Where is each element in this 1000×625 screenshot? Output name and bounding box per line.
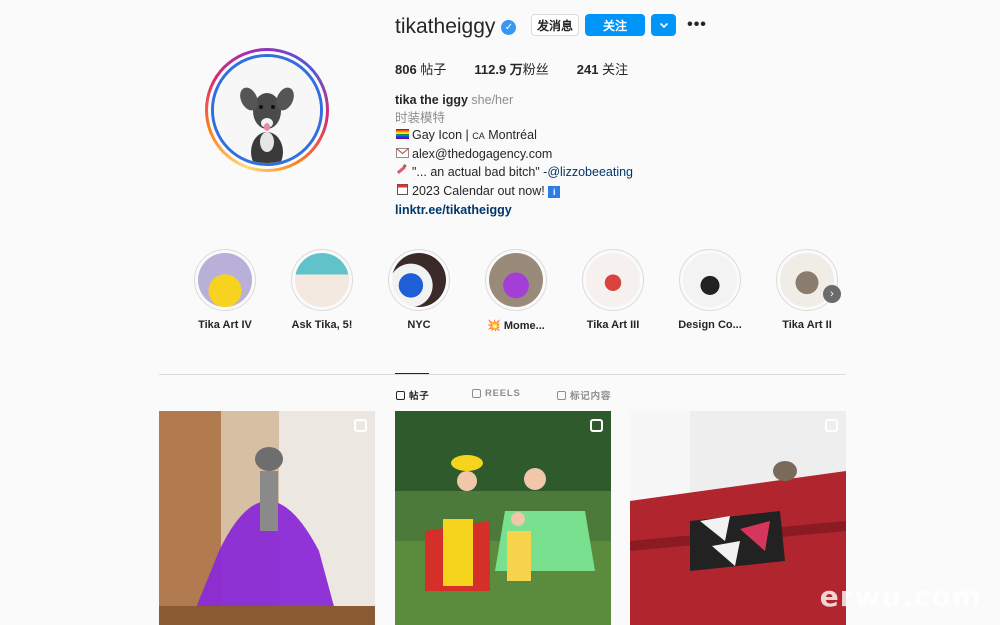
- following-count: 241: [576, 62, 599, 77]
- follow-button[interactable]: 关注: [585, 14, 645, 36]
- highlight-label: Tika Art III: [586, 319, 640, 331]
- active-tab-indicator: [395, 373, 429, 374]
- tab-label: 帖子: [409, 391, 430, 402]
- message-button[interactable]: 发消息: [531, 14, 579, 36]
- highlight-item[interactable]: Ask Tika, 5!: [287, 249, 357, 331]
- tab-tagged[interactable]: 标记内容: [557, 388, 611, 402]
- multiple-photos-icon: [590, 419, 603, 432]
- profile-page: tikatheiggy ✓ 发消息 关注 ••• 806 帖子 112.9 万粉…: [0, 0, 1000, 625]
- highlight-item[interactable]: 💥 Mome...: [481, 249, 551, 332]
- bio-line-2: alex@thedogagency.com: [395, 146, 725, 165]
- profile-username: tikatheiggy ✓: [395, 13, 517, 41]
- dog-avatar-image: [214, 57, 320, 163]
- more-horizontal-icon: •••: [687, 16, 707, 33]
- tagged-icon: [557, 390, 566, 400]
- tab-label: 标记内容: [570, 391, 612, 402]
- calendar-icon: [395, 183, 409, 202]
- reel-icon: [825, 419, 838, 432]
- bio-name-line: tika the iggy she/her: [395, 92, 725, 110]
- tabs-divider: [159, 374, 846, 375]
- watermark-text: erwu.com: [819, 580, 982, 613]
- display-name: tika the iggy: [395, 93, 468, 107]
- highlight-label: Tika Art IV: [198, 319, 252, 331]
- reel-icon: [354, 419, 367, 432]
- posts-label: 帖子: [420, 62, 447, 77]
- reels-icon: [472, 389, 481, 398]
- nail-polish-icon: [395, 164, 409, 183]
- chevron-down-icon: [659, 22, 668, 29]
- profile-avatar-story-ring[interactable]: [205, 48, 329, 172]
- bio-line-4: 2023 Calendar out now! i: [395, 183, 725, 202]
- tab-label: REELS: [485, 388, 521, 399]
- posts-count: 806: [395, 62, 417, 77]
- posts-stat: 806 帖子: [395, 59, 446, 78]
- followers-count: 112.9 万: [474, 62, 523, 77]
- highlight-label: 💥 Mome...: [487, 320, 545, 332]
- bio-line-1-city: Montréal: [488, 128, 537, 143]
- highlight-item[interactable]: NYC: [384, 249, 454, 331]
- bio-calendar-text: 2023 Calendar out now!: [412, 183, 545, 198]
- following-label: 关注: [602, 62, 629, 77]
- tab-reels[interactable]: REELS: [472, 388, 521, 399]
- profile-category: 时装模特: [395, 110, 446, 125]
- mention-link[interactable]: @lizzobeeating: [547, 165, 633, 179]
- bio-line-1: Gay Icon | CA Montréal: [395, 127, 725, 146]
- highlight-cover: [198, 253, 252, 307]
- profile-stats: 806 帖子 112.9 万粉丝 241 关注: [395, 59, 628, 78]
- highlight-item[interactable]: Tika Art III: [578, 249, 648, 331]
- rainbow-flag-icon: [395, 128, 409, 146]
- highlight-cover: [586, 253, 640, 307]
- bio-line-3: "... an actual bad bitch" -@lizzobeeatin…: [395, 164, 725, 183]
- bio-line-1-text: Gay Icon |: [412, 128, 473, 143]
- bio-quote: "... an actual bad bitch" -: [412, 165, 548, 180]
- chevron-right-icon: ›: [830, 288, 834, 300]
- post-thumbnail[interactable]: [395, 411, 611, 625]
- highlight-item[interactable]: Tika Art IV: [190, 249, 260, 331]
- bio-link[interactable]: linktr.ee/tikatheiggy: [395, 202, 725, 220]
- post-image: [159, 411, 375, 625]
- highlight-cover: [295, 253, 349, 307]
- following-stat[interactable]: 241 关注: [577, 59, 628, 78]
- avatar: [211, 54, 323, 166]
- highlight-cover: [683, 253, 737, 307]
- post-image: [395, 411, 611, 625]
- highlight-cover: [392, 253, 446, 307]
- highlight-label: NYC: [407, 319, 431, 331]
- envelope-icon: [395, 147, 409, 165]
- followers-stat[interactable]: 112.9 万粉丝: [474, 59, 548, 78]
- username-text: tikatheiggy: [395, 15, 496, 38]
- tab-posts[interactable]: 帖子: [396, 388, 430, 402]
- verified-badge-icon: ✓: [501, 19, 517, 35]
- followers-label: 粉丝: [522, 62, 549, 77]
- highlight-item[interactable]: Design Co...: [675, 249, 745, 331]
- highlight-cover: [489, 253, 543, 307]
- story-highlights: Tika Art IV Ask Tika, 5! NYC 💥 Mome... T…: [190, 249, 850, 339]
- post-thumbnail[interactable]: [159, 411, 375, 625]
- highlight-label: Design Co...: [678, 319, 742, 331]
- profile-bio: tika the iggy she/her 时装模特 Gay Icon | CA…: [395, 92, 725, 219]
- post-thumbnail[interactable]: [630, 411, 846, 625]
- post-image: [630, 411, 846, 625]
- suggested-dropdown-button[interactable]: [651, 14, 676, 36]
- pronouns: she/her: [471, 93, 514, 107]
- highlights-next-button[interactable]: ›: [823, 285, 841, 303]
- grid-icon: [396, 390, 405, 400]
- bio-email: alex@thedogagency.com: [412, 146, 553, 161]
- more-options-button[interactable]: •••: [686, 14, 708, 36]
- highlight-label: Ask Tika, 5!: [291, 319, 353, 331]
- highlight-label: Tika Art II: [782, 319, 832, 331]
- canada-flag-code: CA: [472, 131, 485, 142]
- info-icon: i: [548, 185, 561, 198]
